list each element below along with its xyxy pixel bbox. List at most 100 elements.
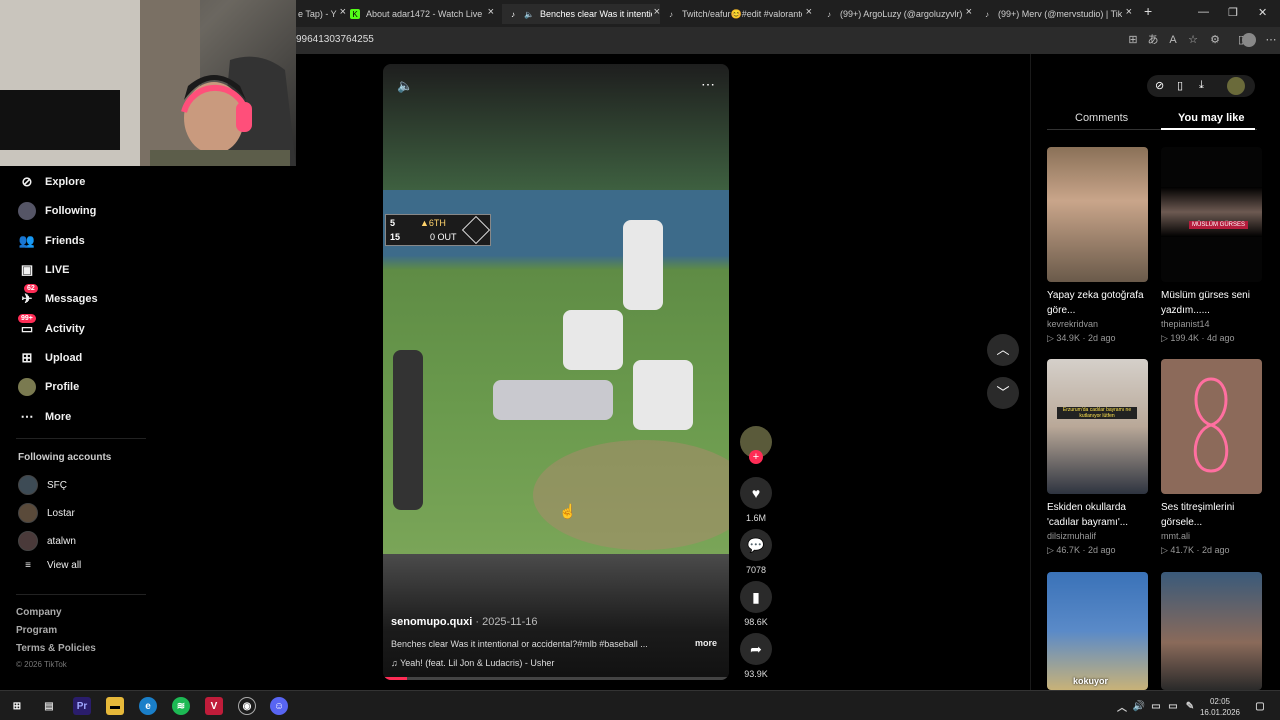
new-tab-button[interactable]: + — [1144, 3, 1152, 19]
footer-link-company[interactable]: Company — [16, 607, 62, 618]
chevron-up-icon[interactable]: ︿ — [1116, 697, 1128, 715]
system-clock[interactable]: 02:05 16.01.2026 — [1200, 696, 1240, 718]
url-field[interactable]: 99641303764255 — [296, 34, 374, 45]
phone-icon[interactable]: ▯ — [1177, 79, 1183, 92]
following-account[interactable]: atalwn — [18, 531, 76, 551]
previous-video-button[interactable]: ︿ — [987, 334, 1019, 366]
video-card[interactable]: Yapay zeka gotoğrafa göre... kevrekridva… — [1047, 147, 1148, 344]
tab-comments[interactable]: Comments — [1075, 112, 1128, 124]
tab-you-may-like[interactable]: You may like — [1178, 112, 1244, 124]
sidebar-item-following[interactable]: Following — [18, 200, 96, 222]
follow-plus-icon[interactable]: + — [749, 450, 763, 464]
card-author: kevrekridvan — [1047, 319, 1099, 329]
volume-icon[interactable]: 🔈 — [397, 78, 413, 94]
favorites-icon[interactable] — [1210, 33, 1224, 47]
close-tab-icon[interactable]: × — [340, 6, 346, 18]
tab-title: (99+) Merv (@mervstudio) | TikTok — [998, 9, 1122, 19]
video-card[interactable]: MÜSLÜM GÜRSES Müslüm gürses seni yazdım.… — [1161, 147, 1262, 344]
edge-icon[interactable]: e — [139, 697, 157, 715]
user-avatar[interactable] — [1227, 77, 1245, 95]
obs-icon[interactable]: ◉ — [238, 697, 256, 715]
browser-tab[interactable]: ♪ Twitch/eafur😊#edit #valorantclip × — [666, 4, 812, 24]
star-icon[interactable]: ☆ — [1186, 33, 1200, 47]
outs: 0 OUT — [430, 232, 457, 242]
caption-more-button[interactable]: more — [695, 638, 717, 648]
close-tab-icon[interactable]: × — [1126, 6, 1132, 18]
task-view-icon[interactable]: ▤ — [40, 697, 58, 715]
next-video-button[interactable]: ﹀ — [987, 377, 1019, 409]
footer-link-program[interactable]: Program — [16, 625, 57, 636]
view-all-label: View all — [47, 560, 82, 571]
pen-icon[interactable]: ✎ — [1183, 697, 1197, 715]
comment-button[interactable]: 💬 7078 — [740, 529, 772, 575]
share-button[interactable]: ➦ 93.9K — [740, 633, 772, 679]
progress-bar[interactable] — [383, 677, 729, 680]
app-icon[interactable]: ⊞ — [1126, 33, 1140, 47]
music-note-icon: ♫ — [391, 658, 401, 668]
video-card[interactable] — [1161, 572, 1262, 690]
comment-icon: 💬 — [740, 529, 772, 561]
discord-icon[interactable]: ☺ — [270, 697, 288, 715]
video-card[interactable]: kokuyor — [1047, 572, 1148, 690]
sidebar-item-live[interactable]: ▣ LIVE — [18, 259, 70, 281]
browser-tab[interactable]: K About adar1472 - Watch Live on K × — [350, 4, 494, 24]
valorant-icon[interactable]: V — [205, 697, 223, 715]
translate-icon[interactable]: あ — [1146, 33, 1160, 47]
favorite-star-icon[interactable] — [1164, 33, 1178, 47]
sidebar-item-activity[interactable]: ▭ 99+ Activity — [18, 314, 85, 340]
browser-tab[interactable]: ♪ (99+) ArgoLuzy (@argoluzyvlr) | Tik × — [824, 4, 972, 24]
premiere-icon[interactable]: Pr — [73, 697, 91, 715]
profile-avatar[interactable] — [1242, 33, 1256, 47]
address-bar: 99641303764255 ⊞ あ A ☆ ⚙ ▯ ⋯ — [296, 27, 1280, 54]
avatar — [18, 531, 38, 551]
minimize-icon[interactable]: — — [1198, 6, 1209, 18]
compass-icon[interactable]: ⊘ — [1155, 79, 1164, 92]
copyright: © 2026 TikTok — [16, 660, 67, 669]
following-account[interactable]: SFÇ — [18, 475, 67, 495]
sidebar-item-messages[interactable]: ✈ 62 Messages — [18, 284, 98, 310]
close-tab-icon[interactable]: × — [966, 6, 972, 18]
close-tab-icon[interactable]: × — [488, 6, 494, 18]
card-stats: ▷ 34.9K · 2d ago — [1047, 333, 1116, 343]
more-options-icon[interactable]: ⋯ — [701, 76, 715, 93]
browser-tab[interactable]: ♪ (99+) Merv (@mervstudio) | TikTok × — [982, 4, 1132, 24]
clock-date: 16.01.2026 — [1199, 708, 1240, 717]
footer-link-terms[interactable]: Terms & Policies — [16, 643, 96, 654]
spotify-icon[interactable]: ≋ — [172, 697, 190, 715]
video-author[interactable]: senomupo.quxi — [391, 616, 472, 628]
card-author: mmt.ali — [1161, 531, 1190, 541]
windows-start-icon[interactable]: ⊞ — [8, 697, 26, 715]
sidebar-item-more[interactable]: ⋯ More — [18, 406, 72, 428]
sidebar-item-profile[interactable]: Profile — [18, 376, 79, 398]
save-button[interactable]: ▮ 98.6K — [740, 581, 772, 627]
sidebar-item-friends[interactable]: 👥 Friends — [18, 230, 85, 252]
video-meta: senomupo.quxi · 2025-11-16 — [391, 616, 538, 628]
browser-tab-active[interactable]: ♪ 🔈 Benches clear Was it intention × — [502, 4, 660, 24]
tab-title: About adar1472 - Watch Live on K — [366, 9, 484, 19]
video-card[interactable]: Ses titreşimlerini görsele... mmt.ali ▷ … — [1161, 359, 1262, 556]
close-window-icon[interactable]: ✕ — [1258, 6, 1267, 19]
view-all-link[interactable]: ≡ View all — [18, 560, 81, 571]
right-panel: ⊘ ▯ ⤓ Comments You may like Yapay zeka g… — [1030, 54, 1280, 690]
network-icon[interactable]: ▭ — [1166, 697, 1180, 715]
speaker-icon[interactable]: 🔊 — [1132, 697, 1146, 715]
browser-tab[interactable]: e Tap) - Y × — [298, 4, 346, 24]
close-tab-icon[interactable]: × — [654, 6, 660, 18]
video-card[interactable]: Erzurum'da cadılar bayramı ne kutlanıyor… — [1047, 359, 1148, 556]
menu-dots-icon[interactable]: ⋯ — [1264, 33, 1278, 47]
close-tab-icon[interactable]: × — [806, 6, 812, 18]
display-icon[interactable]: ▭ — [1149, 697, 1163, 715]
like-button[interactable]: ♥ 1.6M — [740, 477, 772, 523]
creator-avatar[interactable]: + — [740, 426, 772, 464]
download-icon[interactable]: ⤓ — [1199, 79, 1204, 92]
sidebar-item-explore[interactable]: ⊘ Explore — [18, 171, 86, 193]
sidebar-item-upload[interactable]: ⊞ Upload — [18, 347, 83, 369]
tiktok-icon: ♪ — [669, 9, 673, 19]
file-explorer-icon[interactable]: ▬ — [106, 697, 124, 715]
restore-icon[interactable]: ❐ — [1228, 6, 1238, 19]
notifications-icon[interactable]: ▢ — [1251, 697, 1269, 715]
video-player[interactable]: 5 15 ▲6TH 0 OUT 🔈 ⋯ senomupo.quxi · 2025… — [383, 64, 729, 680]
music-row[interactable]: ♫ Yeah! (feat. Lil Jon & Ludacris) - Ush… — [391, 658, 554, 668]
profile-icon — [18, 378, 36, 396]
following-account[interactable]: Lostar — [18, 503, 75, 523]
